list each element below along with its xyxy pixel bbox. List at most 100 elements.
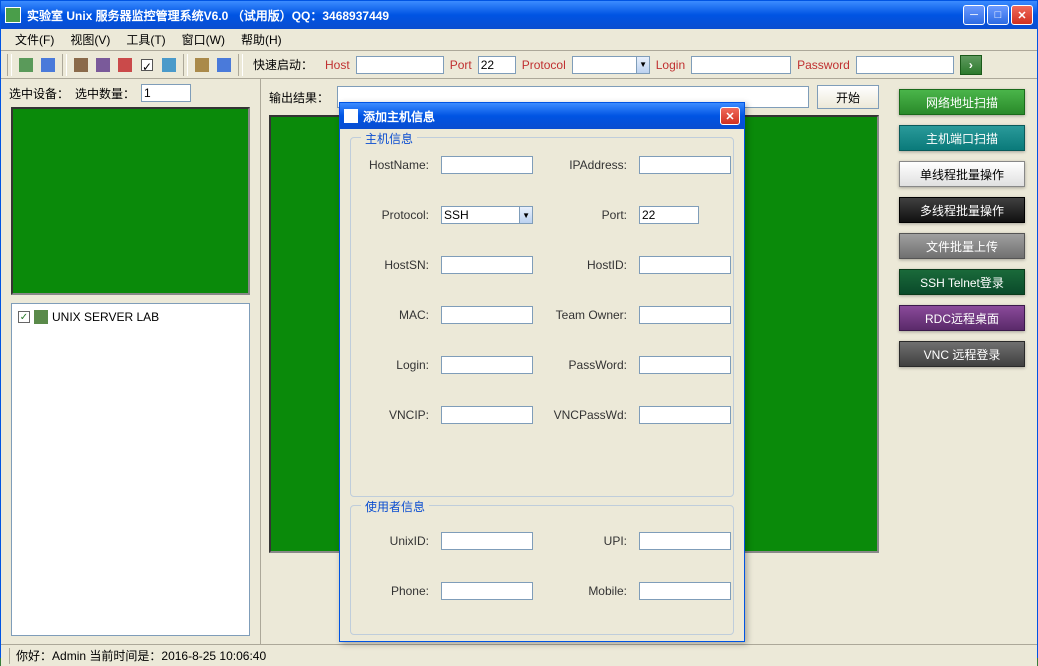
toolbar: ✓ 快速启动： Host Port Protocol ▼ Login Passw… [1, 51, 1037, 79]
unixid-label: UnixID: [357, 534, 429, 548]
status-time: 2016-8-25 10:06:40 [161, 649, 266, 663]
dialog-titlebar: 添加主机信息 ✕ [340, 103, 744, 129]
login-input[interactable] [691, 56, 791, 74]
status-time-label: 当前时间是： [89, 647, 161, 664]
dialog-close-button[interactable]: ✕ [720, 107, 740, 125]
login-label: Login [656, 58, 685, 72]
menu-help[interactable]: 帮助(H) [233, 29, 290, 50]
hostname-label: HostName: [357, 158, 429, 172]
status-hello: 你好： [16, 647, 52, 664]
host-input[interactable] [356, 56, 444, 74]
device-tree[interactable]: ✓ UNIX SERVER LAB [11, 303, 250, 636]
selected-count-input[interactable] [141, 84, 191, 102]
phone-label: Phone: [357, 584, 429, 598]
server-icon [34, 310, 48, 324]
vncip-label: VNCIP: [357, 408, 429, 422]
login-field-input[interactable] [441, 356, 533, 374]
tool-icon-5[interactable] [115, 55, 135, 75]
mobile-label: Mobile: [545, 584, 627, 598]
tree-root-item[interactable]: ✓ UNIX SERVER LAB [16, 308, 245, 326]
mobile-input[interactable] [639, 582, 731, 600]
selected-device-label: 选中设备： [9, 85, 69, 102]
phone-input[interactable] [441, 582, 533, 600]
tool-icon-4[interactable] [93, 55, 113, 75]
device-preview [11, 107, 250, 295]
selected-count-label: 选中数量： [75, 85, 135, 102]
host-info-group: 主机信息 HostName: IPAddress: Protocol: ▼ Po… [350, 137, 734, 497]
maximize-button[interactable]: □ [987, 5, 1009, 25]
tool-icon-1[interactable] [16, 55, 36, 75]
vncpasswd-label: VNCPassWd: [545, 408, 627, 422]
tool-icon-7[interactable] [159, 55, 179, 75]
main-window: 实验室 Unix 服务器监控管理系统V6.0 （试用版）QQ：346893744… [0, 0, 1038, 658]
tool-icon-6[interactable]: ✓ [137, 55, 157, 75]
ipaddress-label: IPAddress: [545, 158, 627, 172]
mac-label: MAC: [357, 308, 429, 322]
password-label: Password [797, 58, 850, 72]
tree-checkbox[interactable]: ✓ [18, 311, 30, 323]
start-button[interactable]: 开始 [817, 85, 879, 109]
statusbar: 你好： Admin 当前时间是： 2016-8-25 10:06:40 [1, 644, 1037, 666]
hostsn-label: HostSN: [357, 258, 429, 272]
protocol-field-input[interactable] [441, 206, 519, 224]
left-pane: 选中设备： 选中数量： ✓ UNIX SERVER LAB [1, 79, 261, 644]
protocol-field-combo[interactable]: ▼ [441, 206, 533, 224]
vncpasswd-input[interactable] [639, 406, 731, 424]
protocol-field-label: Protocol: [357, 208, 429, 222]
chevron-down-icon[interactable]: ▼ [519, 206, 533, 224]
teamowner-input[interactable] [639, 306, 731, 324]
upi-label: UPI: [545, 534, 627, 548]
single-thread-batch-button[interactable]: 单线程批量操作 [899, 161, 1025, 187]
password-field-input[interactable] [639, 356, 731, 374]
chevron-down-icon[interactable]: ▼ [636, 56, 649, 74]
dialog-title: 添加主机信息 [363, 108, 720, 125]
tool-icon-8[interactable] [192, 55, 212, 75]
scan-network-button[interactable]: 网络地址扫描 [899, 89, 1025, 115]
user-info-legend: 使用者信息 [361, 498, 429, 515]
hostname-input[interactable] [441, 156, 533, 174]
tool-icon-9[interactable] [214, 55, 234, 75]
multi-thread-batch-button[interactable]: 多线程批量操作 [899, 197, 1025, 223]
password-input[interactable] [856, 56, 954, 74]
user-info-group: 使用者信息 UnixID: UPI: Phone: Mobile: [350, 505, 734, 635]
tool-icon-3[interactable] [71, 55, 91, 75]
menubar: 文件(F) 视图(V) 工具(T) 窗口(W) 帮助(H) [1, 29, 1037, 51]
hostid-input[interactable] [639, 256, 731, 274]
add-host-dialog: 添加主机信息 ✕ 主机信息 HostName: IPAddress: Proto… [339, 102, 745, 642]
login-field-label: Login: [357, 358, 429, 372]
dialog-icon [344, 109, 358, 123]
protocol-combo[interactable]: ▼ [572, 56, 650, 74]
ipaddress-input[interactable] [639, 156, 731, 174]
port-field-input[interactable] [639, 206, 699, 224]
menu-file[interactable]: 文件(F) [7, 29, 62, 50]
tool-icon-2[interactable] [38, 55, 58, 75]
mac-input[interactable] [441, 306, 533, 324]
vnc-button[interactable]: VNC 远程登录 [899, 341, 1025, 367]
teamowner-label: Team Owner: [545, 308, 627, 322]
password-field-label: PassWord: [545, 358, 627, 372]
window-title: 实验室 Unix 服务器监控管理系统V6.0 （试用版）QQ：346893744… [27, 7, 963, 24]
scan-ports-button[interactable]: 主机端口扫描 [899, 125, 1025, 151]
menu-tools[interactable]: 工具(T) [118, 29, 173, 50]
rdc-button[interactable]: RDC远程桌面 [899, 305, 1025, 331]
hostid-label: HostID: [545, 258, 627, 272]
port-field-label: Port: [545, 208, 627, 222]
menu-view[interactable]: 视图(V) [62, 29, 118, 50]
action-panel: 网络地址扫描 主机端口扫描 单线程批量操作 多线程批量操作 文件批量上传 SSH… [887, 79, 1037, 644]
upi-input[interactable] [639, 532, 731, 550]
port-input[interactable] [478, 56, 516, 74]
hostsn-input[interactable] [441, 256, 533, 274]
close-button[interactable]: ✕ [1011, 5, 1033, 25]
titlebar: 实验室 Unix 服务器监控管理系统V6.0 （试用版）QQ：346893744… [1, 1, 1037, 29]
vncip-input[interactable] [441, 406, 533, 424]
port-label: Port [450, 58, 472, 72]
quick-launch-label: 快速启动： [253, 56, 313, 73]
menu-window[interactable]: 窗口(W) [174, 29, 233, 50]
ssh-telnet-button[interactable]: SSH Telnet登录 [899, 269, 1025, 295]
quick-go-button[interactable]: › [960, 55, 982, 75]
batch-upload-button[interactable]: 文件批量上传 [899, 233, 1025, 259]
unixid-input[interactable] [441, 532, 533, 550]
minimize-button[interactable]: ─ [963, 5, 985, 25]
status-user: Admin [52, 649, 86, 663]
host-info-legend: 主机信息 [361, 130, 417, 147]
